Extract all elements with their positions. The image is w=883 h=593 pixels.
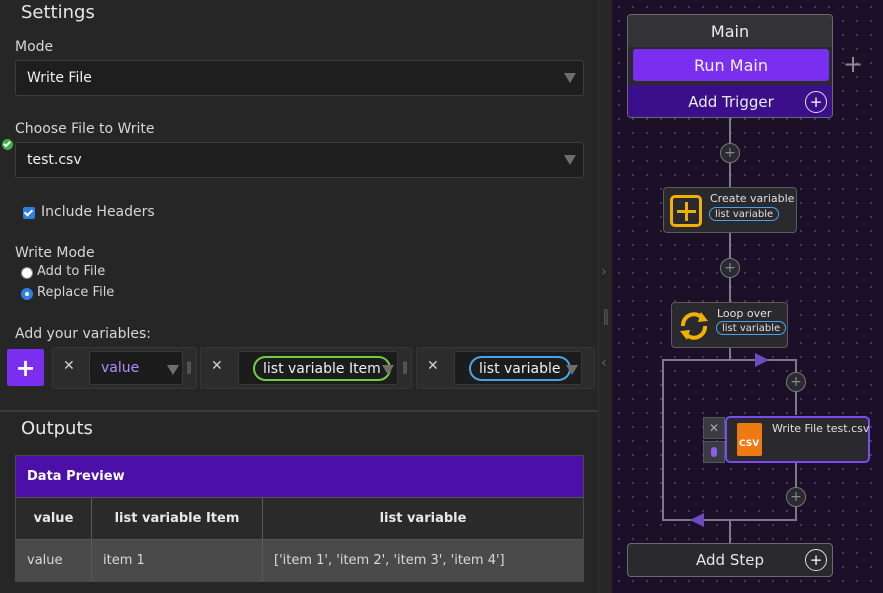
step-title: Loop over bbox=[717, 307, 772, 320]
chevron-down-icon bbox=[382, 365, 394, 375]
replace-file-label: Replace File bbox=[37, 285, 115, 300]
variables-label: Add your variables: bbox=[15, 326, 151, 342]
drag-handle-icon[interactable]: || bbox=[402, 360, 408, 374]
main-block: Main Run Main Add Trigger + bbox=[627, 14, 833, 118]
variable-select[interactable]: list variable bbox=[454, 351, 582, 385]
variable-select[interactable]: list variable Item bbox=[238, 351, 398, 385]
step-tag: list variable bbox=[709, 207, 780, 221]
add-to-file-label: Add to File bbox=[37, 264, 106, 279]
mode-label: Mode bbox=[15, 39, 54, 55]
loop-icon bbox=[680, 312, 708, 340]
plus-circle-icon: + bbox=[805, 549, 827, 571]
column-header: list variable bbox=[263, 497, 583, 539]
chevron-right-icon[interactable]: › bbox=[601, 264, 607, 280]
connector-line bbox=[729, 521, 731, 543]
plus-circle-icon: + bbox=[805, 91, 827, 113]
remove-variable-icon[interactable]: ✕ bbox=[211, 358, 223, 374]
step-title: Create variable bbox=[710, 192, 795, 205]
plus-square-icon bbox=[670, 195, 702, 227]
include-headers-checkbox[interactable] bbox=[23, 207, 35, 219]
file-select[interactable]: test.csv bbox=[15, 142, 584, 178]
mode-select[interactable]: Write File bbox=[15, 60, 584, 96]
csv-file-icon: CSV bbox=[737, 423, 762, 456]
close-icon[interactable]: ✕ bbox=[703, 417, 725, 439]
add-trigger-button[interactable]: Add Trigger + bbox=[628, 85, 832, 117]
insert-step-button[interactable]: + bbox=[720, 143, 740, 163]
drag-handle-icon[interactable]: || bbox=[602, 306, 610, 325]
remove-variable-icon[interactable]: ✕ bbox=[427, 358, 439, 374]
remove-variable-icon[interactable]: ✕ bbox=[63, 358, 75, 374]
arrow-left-icon bbox=[690, 513, 704, 527]
panel-splitter[interactable]: › || ‹ bbox=[598, 0, 612, 593]
csv-icon-text: CSV bbox=[739, 439, 760, 449]
file-label: Choose File to Write bbox=[15, 121, 155, 137]
variable-value: value bbox=[101, 360, 140, 376]
variable-pill: list variable bbox=[469, 356, 571, 381]
run-main-button[interactable]: Run Main bbox=[633, 49, 829, 81]
step-title: Write File test.csv bbox=[772, 422, 870, 435]
drag-handle-icon[interactable]: || bbox=[186, 360, 192, 374]
data-preview-table: Data Preview value list variable Item li… bbox=[15, 455, 584, 582]
add-to-file-radio[interactable] bbox=[21, 267, 33, 279]
chevron-down-icon bbox=[566, 365, 578, 375]
variable-select[interactable]: value bbox=[89, 351, 183, 385]
file-value: test.csv bbox=[27, 152, 82, 168]
loop-line bbox=[662, 359, 797, 361]
check-circle-icon bbox=[2, 139, 13, 150]
settings-panel: Settings Mode Write File Choose File to … bbox=[0, 0, 598, 593]
step-tag: list variable bbox=[716, 321, 787, 335]
flow-canvas[interactable]: Main Run Main Add Trigger + + + + + + Cr… bbox=[612, 0, 883, 593]
write-file-step[interactable]: CSV Write File test.csv bbox=[725, 416, 870, 463]
chevron-down-icon bbox=[564, 155, 576, 165]
variable-row: ✕ list variable Item || bbox=[200, 347, 412, 389]
write-mode-label: Write Mode bbox=[15, 245, 95, 261]
column-header: value bbox=[16, 497, 92, 539]
include-headers-label: Include Headers bbox=[41, 204, 155, 220]
microphone-icon[interactable] bbox=[703, 441, 725, 463]
add-variable-button[interactable]: + bbox=[7, 349, 44, 386]
outputs-title: Outputs bbox=[21, 418, 93, 439]
arrow-right-icon bbox=[755, 353, 769, 367]
table-header-row: value list variable Item list variable bbox=[16, 497, 583, 539]
table-cell: item 1 bbox=[92, 539, 263, 581]
variable-pill: list variable Item bbox=[253, 356, 391, 381]
chevron-down-icon bbox=[564, 73, 576, 83]
add-trigger-label: Add Trigger bbox=[688, 93, 774, 111]
column-header: list variable Item bbox=[92, 497, 263, 539]
variable-row: ✕ value || bbox=[52, 347, 197, 389]
mode-value: Write File bbox=[27, 70, 92, 86]
settings-title: Settings bbox=[21, 2, 95, 23]
chevron-left-icon[interactable]: ‹ bbox=[601, 355, 607, 371]
chevron-down-icon bbox=[167, 365, 179, 375]
create-variable-step[interactable]: Create variable list variable bbox=[663, 187, 797, 233]
step-side-tabs: ✕ bbox=[703, 417, 725, 463]
add-step-label: Add Step bbox=[696, 551, 764, 569]
variable-row: ✕ list variable bbox=[416, 347, 595, 389]
insert-step-button[interactable]: + bbox=[786, 372, 806, 392]
data-preview-title: Data Preview bbox=[16, 456, 583, 497]
table-cell: ['item 1', 'item 2', 'item 3', 'item 4'] bbox=[263, 539, 583, 581]
insert-step-button[interactable]: + bbox=[786, 487, 806, 507]
replace-file-radio[interactable] bbox=[21, 288, 33, 300]
loop-line bbox=[662, 359, 664, 521]
loop-over-step[interactable]: Loop over list variable bbox=[671, 302, 788, 348]
add-block-icon[interactable]: + bbox=[843, 50, 863, 78]
add-step-button[interactable]: Add Step + bbox=[627, 543, 833, 577]
table-row: value item 1 ['item 1', 'item 2', 'item … bbox=[16, 539, 583, 581]
section-divider bbox=[0, 410, 598, 412]
main-title: Main bbox=[628, 15, 832, 47]
table-cell: value bbox=[16, 539, 92, 581]
insert-step-button[interactable]: + bbox=[720, 258, 740, 278]
